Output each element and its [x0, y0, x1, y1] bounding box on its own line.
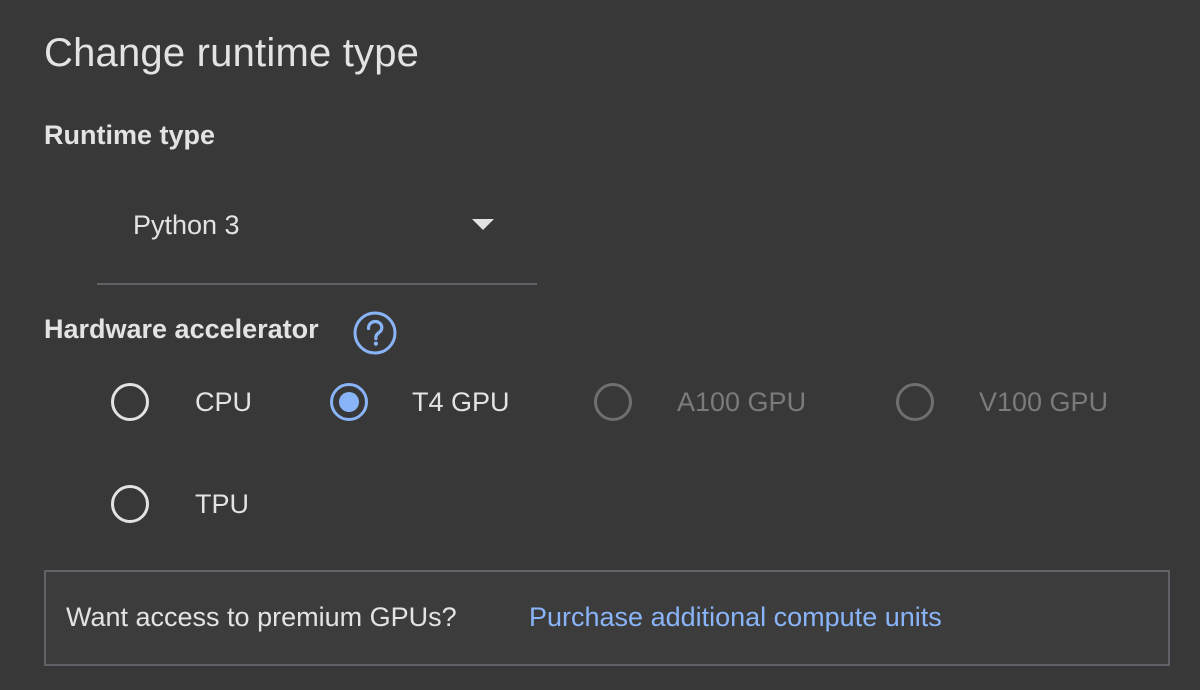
radio-label-a100-gpu: A100 GPU — [677, 387, 807, 417]
premium-gpu-banner: Want access to premium GPUs? Purchase ad… — [44, 570, 1170, 666]
purchase-compute-units-link[interactable]: Purchase additional compute units — [529, 600, 942, 634]
runtime-type-value: Python 3 — [133, 210, 240, 240]
dialog-title: Change runtime type — [44, 31, 420, 75]
radio-button-cpu[interactable] — [111, 383, 149, 421]
radio-option-tpu[interactable]: TPU — [111, 479, 249, 529]
radio-button-v100-gpu — [896, 383, 934, 421]
radio-button-a100-gpu — [594, 383, 632, 421]
radio-label-tpu: TPU — [195, 489, 249, 519]
chevron-down-icon — [472, 219, 494, 230]
radio-option-a100-gpu: A100 GPU — [594, 377, 806, 427]
radio-option-v100-gpu: V100 GPU — [896, 377, 1108, 427]
radio-label-t4-gpu: T4 GPU — [412, 387, 510, 417]
radio-label-v100-gpu: V100 GPU — [979, 387, 1109, 417]
radio-option-cpu[interactable]: CPU — [111, 377, 252, 427]
radio-option-t4-gpu[interactable]: T4 GPU — [330, 377, 510, 427]
help-circle-icon[interactable] — [352, 310, 398, 356]
runtime-type-select[interactable]: Python 3 — [97, 190, 537, 285]
runtime-type-label: Runtime type — [44, 120, 216, 150]
hardware-accelerator-label: Hardware accelerator — [44, 314, 319, 344]
change-runtime-dialog: Change runtime type Runtime type Python … — [0, 0, 1200, 690]
premium-gpu-text: Want access to premium GPUs? — [66, 602, 457, 632]
radio-button-t4-gpu[interactable] — [330, 383, 368, 421]
radio-button-tpu[interactable] — [111, 485, 149, 523]
radio-label-cpu: CPU — [195, 387, 253, 417]
